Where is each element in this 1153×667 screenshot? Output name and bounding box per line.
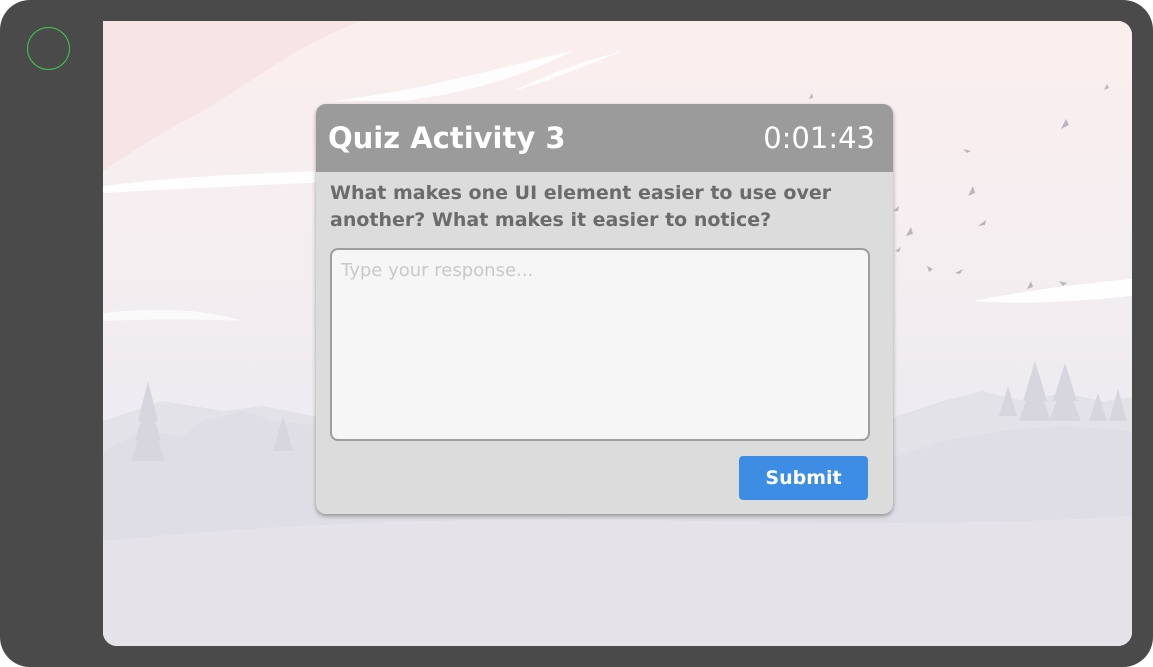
- quiz-question: What makes one UI element easier to use …: [330, 182, 832, 231]
- quiz-title: Quiz Activity 3: [328, 121, 566, 155]
- home-button[interactable]: [27, 27, 70, 70]
- quiz-dialog: Quiz Activity 3 0:01:43 What makes one U…: [316, 104, 893, 514]
- response-input[interactable]: [330, 248, 870, 441]
- quiz-header: Quiz Activity 3 0:01:43: [316, 104, 893, 172]
- submit-button[interactable]: Submit: [739, 456, 868, 500]
- quiz-timer: 0:01:43: [763, 121, 875, 155]
- app-screen: Quiz Activity 3 0:01:43 What makes one U…: [103, 21, 1132, 646]
- device-frame: Quiz Activity 3 0:01:43 What makes one U…: [0, 0, 1153, 667]
